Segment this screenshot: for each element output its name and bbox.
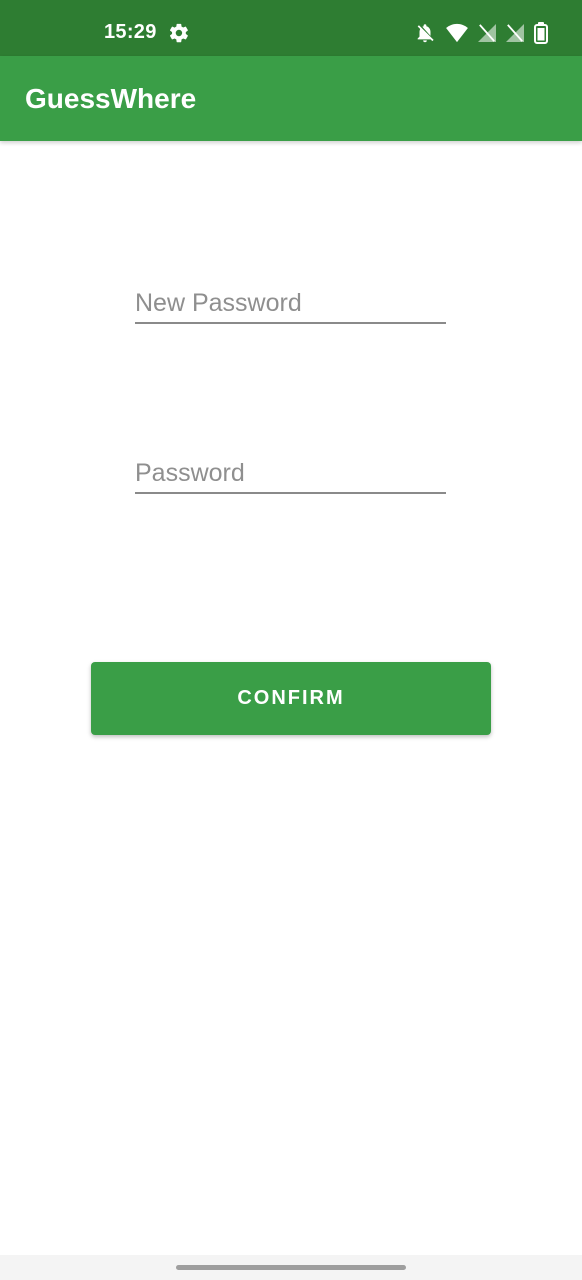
app-title: GuessWhere: [25, 83, 197, 114]
no-signal-icon: [506, 23, 524, 43]
status-icons: [414, 21, 548, 45]
new-password-field[interactable]: [135, 284, 446, 324]
navigation-bar: [0, 1255, 582, 1280]
status-bar: 15:29: [0, 0, 582, 56]
app-bar: GuessWhere: [0, 56, 582, 141]
battery-icon: [534, 22, 548, 44]
wifi-icon: [446, 23, 468, 43]
gear-icon: [168, 22, 190, 44]
no-signal-icon: [478, 23, 496, 43]
password-field[interactable]: [135, 454, 446, 494]
bell-off-icon: [414, 22, 436, 44]
confirm-button[interactable]: CONFIRM: [91, 662, 491, 735]
status-time: 15:29: [104, 21, 157, 43]
home-gesture-handle[interactable]: [176, 1265, 406, 1270]
